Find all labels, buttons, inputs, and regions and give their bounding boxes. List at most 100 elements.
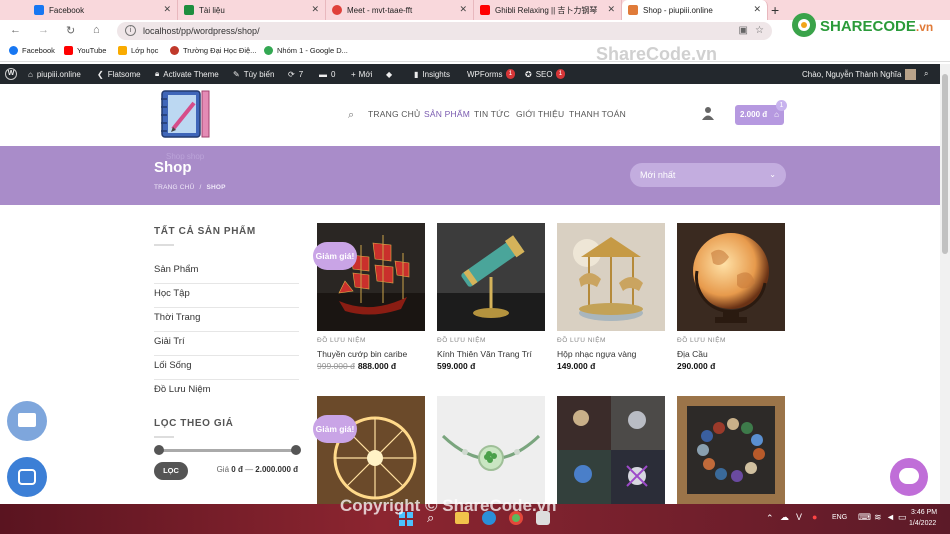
account-icon[interactable] <box>702 106 714 120</box>
reload-icon[interactable]: ↻ <box>66 24 75 37</box>
close-icon[interactable]: ✕ <box>459 4 467 15</box>
bookmark-item[interactable]: Facebook <box>9 46 55 55</box>
product-category[interactable]: ĐỒ LƯU NIỆM <box>317 337 366 344</box>
browser-tab-active[interactable]: Shop - piupiii.online ✕ <box>622 0 768 20</box>
close-icon[interactable]: ✕ <box>163 4 171 15</box>
browser-tab[interactable]: Ghibli Relaxing || 吉卜力钢琴 ✕ <box>474 0 622 20</box>
tab-label: Tài liệu <box>199 5 225 15</box>
product-category[interactable]: ĐỒ LƯU NIỆM <box>557 337 606 344</box>
product-card[interactable]: ĐỒ LƯU NIỆM Địa Cầu 290.000 đ <box>677 223 785 371</box>
product-image[interactable] <box>677 223 785 331</box>
product-image[interactable] <box>557 223 665 331</box>
product-category[interactable]: ĐỒ LƯU NIỆM <box>677 337 726 344</box>
scrollbar[interactable] <box>940 64 950 504</box>
admin-new[interactable]: + Mới <box>351 64 372 84</box>
breadcrumb-home[interactable]: TRANG CHỦ <box>154 184 194 191</box>
clock-date[interactable]: 1/4/2022 <box>909 520 936 527</box>
scrollbar-thumb[interactable] <box>942 74 948 254</box>
wifi-icon[interactable]: ≋ <box>874 512 882 523</box>
close-icon[interactable]: ✕ <box>311 4 319 15</box>
admin-seo[interactable]: ✪ SEO 1 <box>525 64 566 84</box>
product-name[interactable]: Địa Cầu <box>677 349 708 359</box>
browser-tab[interactable]: Tài liệu ✕ <box>178 0 326 20</box>
language-indicator[interactable]: ENG <box>832 514 847 521</box>
nav-home[interactable]: TRANG CHỦ <box>368 109 420 119</box>
browser-tab[interactable]: Facebook ✕ <box>28 0 178 20</box>
vpn-icon[interactable]: V <box>796 512 802 522</box>
category-item[interactable]: Học Tập <box>154 284 299 308</box>
product-image[interactable] <box>317 396 425 504</box>
product-image[interactable] <box>677 396 785 504</box>
battery-icon[interactable]: ▭ <box>898 512 907 523</box>
wordpress-icon[interactable]: W <box>5 64 17 84</box>
admin-account[interactable]: Chào, Nguyễn Thành Nghĩa <box>802 64 917 84</box>
site-home-icon: ⌂ <box>28 69 33 79</box>
admin-site-link[interactable]: ⌂ piupiii.online <box>28 64 81 84</box>
product-card[interactable]: ĐỒ LƯU NIỆM Kính Thiên Văn Trang Trí 599… <box>437 223 545 371</box>
admin-comments[interactable]: ▬ 0 <box>319 64 335 84</box>
clock-time[interactable]: 3:46 PM <box>911 509 937 516</box>
nav-checkout[interactable]: THANH TOÁN <box>569 109 626 119</box>
product-image[interactable] <box>557 396 665 504</box>
bookmark-item[interactable]: Nhóm 1 - Google D... <box>264 46 348 55</box>
new-tab-icon[interactable]: + <box>771 2 779 18</box>
bookmark-label: YouTube <box>77 46 107 55</box>
search-icon[interactable]: ⌕ <box>348 109 354 122</box>
category-item[interactable]: Sản Phẩm <box>154 260 299 284</box>
product-card[interactable]: ĐỒ LƯU NIỆM Thuyền cướp bin caribe 999.0… <box>317 223 425 371</box>
email-float-button[interactable] <box>7 401 47 441</box>
zalo-float-button[interactable] <box>7 457 47 497</box>
speaker-icon[interactable]: ◄ <box>886 512 895 522</box>
slider-max-handle[interactable] <box>291 445 301 455</box>
site-logo[interactable] <box>158 87 212 141</box>
cloud-icon[interactable]: ☁ <box>780 512 789 523</box>
category-item[interactable]: Đồ Lưu Niệm <box>154 380 299 404</box>
product-name[interactable]: Kính Thiên Văn Trang Trí <box>437 349 532 359</box>
admin-flatsome-link[interactable]: ❮ Flatsome <box>97 64 141 84</box>
admin-search-icon[interactable]: ⌕ <box>924 64 928 84</box>
nav-about[interactable]: GIỚI THIỆU <box>516 109 564 119</box>
admin-activate-theme[interactable]: 🔒︎ Activate Theme <box>155 64 219 84</box>
slider-min-handle[interactable] <box>154 445 164 455</box>
category-item[interactable]: Giải Trí <box>154 332 299 356</box>
info-icon[interactable]: i <box>125 25 136 36</box>
zalo-icon <box>18 469 36 485</box>
bookmark-star-icon[interactable]: ☆ <box>755 22 764 40</box>
mic-icon[interactable]: ● <box>812 512 817 522</box>
price-slider[interactable] <box>154 445 301 455</box>
admin-insights[interactable]: ▮ Insights <box>414 64 450 84</box>
sort-select[interactable]: Mới nhất ⌄ <box>630 163 786 187</box>
close-icon[interactable]: ✕ <box>753 4 761 15</box>
product-name[interactable]: Hộp nhạc ngựa vàng <box>557 349 636 359</box>
extension-icon[interactable]: ▣ <box>739 22 748 40</box>
filter-button[interactable]: LỌC <box>154 462 188 480</box>
bookmark-item[interactable]: YouTube <box>64 46 106 55</box>
bookmark-item[interactable]: Trường Đại Học Điệ... <box>170 46 256 55</box>
admin-updates[interactable]: ⟳ 7 <box>288 64 303 84</box>
product-image[interactable] <box>437 396 545 504</box>
close-icon[interactable]: ✕ <box>607 4 615 15</box>
keyboard-icon[interactable]: ⌨ <box>858 512 871 523</box>
bookmark-item[interactable]: Lớp học <box>118 46 158 55</box>
seo-badge: 1 <box>555 69 566 79</box>
admin-diamond[interactable]: ◆ <box>386 64 392 84</box>
back-icon[interactable]: ← <box>10 24 21 36</box>
product-image[interactable] <box>437 223 545 331</box>
admin-customize[interactable]: ✎ Tùy biến <box>233 64 274 84</box>
chat-button[interactable] <box>890 458 928 496</box>
nav-products[interactable]: SẢN PHẨM <box>424 109 470 119</box>
browser-tab[interactable]: Meet - mvt-taae-fft ✕ <box>326 0 474 20</box>
product-image[interactable] <box>317 223 425 331</box>
admin-wpforms[interactable]: WPForms 1 <box>467 64 516 84</box>
product-card[interactable]: ĐỒ LƯU NIỆM Hộp nhạc ngựa vàng 149.000 đ <box>557 223 665 371</box>
nav-news[interactable]: TIN TỨC <box>474 109 510 119</box>
admin-flatsome-label: Flatsome <box>107 69 141 79</box>
product-name[interactable]: Thuyền cướp bin caribe <box>317 349 407 359</box>
category-item[interactable]: Thời Trang <box>154 308 299 332</box>
chevron-up-icon[interactable]: ⌃ <box>766 513 774 524</box>
forward-icon[interactable]: → <box>38 24 49 36</box>
home-icon[interactable]: ⌂ <box>93 24 100 36</box>
product-category[interactable]: ĐỒ LƯU NIỆM <box>437 337 486 344</box>
category-item[interactable]: Lối Sống <box>154 356 299 380</box>
url-input[interactable]: i localhost/pp/wordpress/shop/ ▣ ☆ <box>117 22 772 40</box>
